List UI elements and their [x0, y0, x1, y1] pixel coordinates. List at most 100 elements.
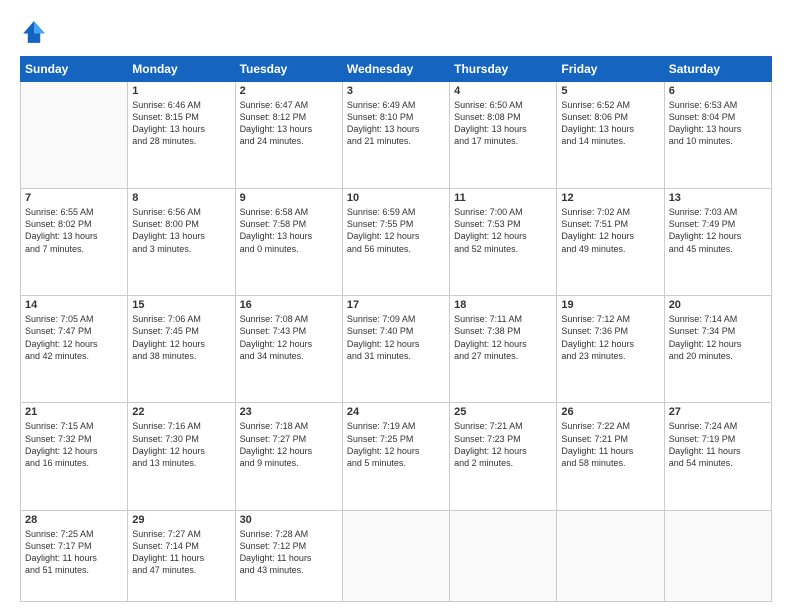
cell-daylight-info: Sunrise: 6:52 AMSunset: 8:06 PMDaylight:… — [561, 99, 659, 148]
day-number: 2 — [240, 85, 338, 97]
header — [20, 18, 772, 46]
cell-daylight-info: Sunrise: 6:56 AMSunset: 8:00 PMDaylight:… — [132, 206, 230, 255]
calendar-cell: 6 Sunrise: 6:53 AMSunset: 8:04 PMDaylight… — [664, 82, 771, 189]
cell-daylight-info: Sunrise: 6:53 AMSunset: 8:04 PMDaylight:… — [669, 99, 767, 148]
day-number: 17 — [347, 299, 445, 311]
calendar-cell: 8Sunrise: 6:56 AMSunset: 8:00 PMDaylight… — [128, 189, 235, 296]
calendar-cell: 5 Sunrise: 6:52 AMSunset: 8:06 PMDaylight… — [557, 82, 664, 189]
cell-daylight-info: Sunrise: 7:22 AMSunset: 7:21 PMDaylight:… — [561, 420, 659, 469]
calendar-cell — [450, 510, 557, 601]
cell-daylight-info: Sunrise: 6:55 AMSunset: 8:02 PMDaylight:… — [25, 206, 123, 255]
calendar-cell: 14 Sunrise: 7:05 AMSunset: 7:47 PMDayligh… — [21, 296, 128, 403]
day-number: 30 — [240, 514, 338, 526]
weekday-header-tuesday: Tuesday — [235, 57, 342, 82]
cell-daylight-info: Sunrise: 7:00 AMSunset: 7:53 PMDaylight:… — [454, 206, 552, 255]
cell-daylight-info: Sunrise: 7:08 AMSunset: 7:43 PMDaylight:… — [240, 313, 338, 362]
cell-daylight-info: Sunrise: 6:59 AMSunset: 7:55 PMDaylight:… — [347, 206, 445, 255]
calendar-cell: 23 Sunrise: 7:18 AMSunset: 7:27 PMDayligh… — [235, 403, 342, 510]
cell-daylight-info: Sunrise: 7:16 AMSunset: 7:30 PMDaylight:… — [132, 420, 230, 469]
calendar-cell: 7 Sunrise: 6:55 AMSunset: 8:02 PMDaylight… — [21, 189, 128, 296]
weekday-header-row: SundayMondayTuesdayWednesdayThursdayFrid… — [21, 57, 772, 82]
weekday-header-saturday: Saturday — [664, 57, 771, 82]
cell-daylight-info: Sunrise: 7:03 AMSunset: 7:49 PMDaylight:… — [669, 206, 767, 255]
week-row-5: 28Sunrise: 7:25 AMSunset: 7:17 PMDayligh… — [21, 510, 772, 601]
day-number: 24 — [347, 406, 445, 418]
generalblue-logo-icon — [20, 18, 48, 46]
calendar-cell: 3 Sunrise: 6:49 AMSunset: 8:10 PMDaylight… — [342, 82, 449, 189]
day-number: 22 — [132, 406, 230, 418]
weekday-header-wednesday: Wednesday — [342, 57, 449, 82]
calendar-cell: 16 Sunrise: 7:08 AMSunset: 7:43 PMDayligh… — [235, 296, 342, 403]
day-number: 29 — [132, 514, 230, 526]
cell-daylight-info: Sunrise: 7:09 AMSunset: 7:40 PMDaylight:… — [347, 313, 445, 362]
calendar-cell: 18 Sunrise: 7:11 AMSunset: 7:38 PMDayligh… — [450, 296, 557, 403]
day-number: 7 — [25, 192, 123, 204]
week-row-2: 7 Sunrise: 6:55 AMSunset: 8:02 PMDaylight… — [21, 189, 772, 296]
calendar-cell: 24 Sunrise: 7:19 AMSunset: 7:25 PMDayligh… — [342, 403, 449, 510]
day-number: 6 — [669, 85, 767, 97]
calendar-cell: 11 Sunrise: 7:00 AMSunset: 7:53 PMDayligh… — [450, 189, 557, 296]
cell-daylight-info: Sunrise: 7:28 AMSunset: 7:12 PMDaylight:… — [240, 528, 338, 577]
cell-daylight-info: Sunrise: 7:05 AMSunset: 7:47 PMDaylight:… — [25, 313, 123, 362]
calendar-cell — [664, 510, 771, 601]
calendar-cell — [342, 510, 449, 601]
cell-daylight-info: Sunrise: 7:14 AMSunset: 7:34 PMDaylight:… — [669, 313, 767, 362]
day-number: 15 — [132, 299, 230, 311]
day-number: 13 — [669, 192, 767, 204]
calendar-cell: 1Sunrise: 6:46 AMSunset: 8:15 PMDaylight… — [128, 82, 235, 189]
day-number: 14 — [25, 299, 123, 311]
week-row-4: 21 Sunrise: 7:15 AMSunset: 7:32 PMDayligh… — [21, 403, 772, 510]
day-number: 4 — [454, 85, 552, 97]
day-number: 9 — [240, 192, 338, 204]
week-row-3: 14 Sunrise: 7:05 AMSunset: 7:47 PMDayligh… — [21, 296, 772, 403]
day-number: 23 — [240, 406, 338, 418]
calendar-cell: 13 Sunrise: 7:03 AMSunset: 7:49 PMDayligh… — [664, 189, 771, 296]
calendar-cell: 28Sunrise: 7:25 AMSunset: 7:17 PMDayligh… — [21, 510, 128, 601]
cell-daylight-info: Sunrise: 7:21 AMSunset: 7:23 PMDaylight:… — [454, 420, 552, 469]
weekday-header-friday: Friday — [557, 57, 664, 82]
weekday-header-sunday: Sunday — [21, 57, 128, 82]
day-number: 20 — [669, 299, 767, 311]
cell-daylight-info: Sunrise: 7:06 AMSunset: 7:45 PMDaylight:… — [132, 313, 230, 362]
day-number: 27 — [669, 406, 767, 418]
cell-daylight-info: Sunrise: 7:11 AMSunset: 7:38 PMDaylight:… — [454, 313, 552, 362]
day-number: 10 — [347, 192, 445, 204]
day-number: 16 — [240, 299, 338, 311]
calendar-cell: 17 Sunrise: 7:09 AMSunset: 7:40 PMDayligh… — [342, 296, 449, 403]
day-number: 11 — [454, 192, 552, 204]
week-row-1: 1Sunrise: 6:46 AMSunset: 8:15 PMDaylight… — [21, 82, 772, 189]
weekday-header-monday: Monday — [128, 57, 235, 82]
cell-daylight-info: Sunrise: 6:49 AMSunset: 8:10 PMDaylight:… — [347, 99, 445, 148]
calendar-cell: 4Sunrise: 6:50 AMSunset: 8:08 PMDaylight… — [450, 82, 557, 189]
day-number: 21 — [25, 406, 123, 418]
cell-daylight-info: Sunrise: 7:15 AMSunset: 7:32 PMDaylight:… — [25, 420, 123, 469]
calendar-cell: 25 Sunrise: 7:21 AMSunset: 7:23 PMDayligh… — [450, 403, 557, 510]
cell-daylight-info: Sunrise: 7:19 AMSunset: 7:25 PMDaylight:… — [347, 420, 445, 469]
cell-daylight-info: Sunrise: 7:12 AMSunset: 7:36 PMDaylight:… — [561, 313, 659, 362]
cell-daylight-info: Sunrise: 7:25 AMSunset: 7:17 PMDaylight:… — [25, 528, 123, 577]
calendar-cell: 27Sunrise: 7:24 AMSunset: 7:19 PMDayligh… — [664, 403, 771, 510]
cell-daylight-info: Sunrise: 6:46 AMSunset: 8:15 PMDaylight:… — [132, 99, 230, 148]
calendar-cell: 19 Sunrise: 7:12 AMSunset: 7:36 PMDayligh… — [557, 296, 664, 403]
logo — [20, 18, 52, 46]
day-number: 5 — [561, 85, 659, 97]
calendar-cell: 9 Sunrise: 6:58 AMSunset: 7:58 PMDaylight… — [235, 189, 342, 296]
calendar-cell — [557, 510, 664, 601]
day-number: 19 — [561, 299, 659, 311]
calendar-cell: 2Sunrise: 6:47 AMSunset: 8:12 PMDaylight… — [235, 82, 342, 189]
calendar-cell: 10 Sunrise: 6:59 AMSunset: 7:55 PMDayligh… — [342, 189, 449, 296]
day-number: 12 — [561, 192, 659, 204]
calendar-cell: 30 Sunrise: 7:28 AMSunset: 7:12 PMDayligh… — [235, 510, 342, 601]
cell-daylight-info: Sunrise: 6:58 AMSunset: 7:58 PMDaylight:… — [240, 206, 338, 255]
cell-daylight-info: Sunrise: 7:18 AMSunset: 7:27 PMDaylight:… — [240, 420, 338, 469]
weekday-header-thursday: Thursday — [450, 57, 557, 82]
calendar-cell: 26Sunrise: 7:22 AMSunset: 7:21 PMDayligh… — [557, 403, 664, 510]
calendar-cell: 22 Sunrise: 7:16 AMSunset: 7:30 PMDayligh… — [128, 403, 235, 510]
calendar-cell — [21, 82, 128, 189]
calendar-cell: 12Sunrise: 7:02 AMSunset: 7:51 PMDayligh… — [557, 189, 664, 296]
calendar-cell: 29Sunrise: 7:27 AMSunset: 7:14 PMDayligh… — [128, 510, 235, 601]
day-number: 3 — [347, 85, 445, 97]
day-number: 25 — [454, 406, 552, 418]
calendar-cell: 15 Sunrise: 7:06 AMSunset: 7:45 PMDayligh… — [128, 296, 235, 403]
day-number: 18 — [454, 299, 552, 311]
